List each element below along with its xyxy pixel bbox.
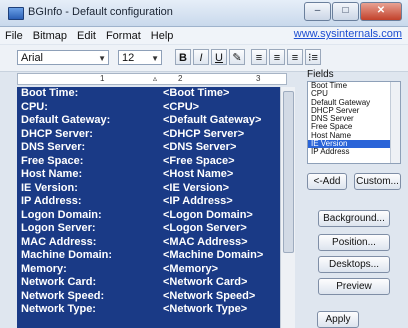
fields-list-item[interactable]: IP Address — [308, 148, 400, 157]
field-label: IP Address: — [21, 195, 82, 207]
ruler-mark: 1 — [100, 74, 105, 83]
format-toolbar: Arial ▼ 12 ▼ B I U ✎ ≡ ≡ ≡ ⁝≡ — [0, 45, 408, 72]
field-token: <CPU> — [163, 100, 200, 113]
field-token: <IE Version> — [163, 181, 230, 194]
tab-stop-marker[interactable]: ▵ — [153, 74, 157, 83]
field-token: <Host Name> — [163, 168, 234, 180]
fields-scrollbar[interactable] — [390, 82, 400, 163]
desktops-button[interactable]: Desktops... — [318, 256, 390, 273]
font-size-select[interactable]: 12 ▼ — [118, 50, 162, 65]
sysinternals-link[interactable]: www.sysinternals.com — [294, 28, 402, 40]
close-button[interactable]: ✕ — [360, 2, 402, 21]
field-label: Free Space: — [21, 154, 84, 167]
field-label: Machine Domain: — [21, 249, 113, 261]
field-label: Default Gateway: — [21, 114, 111, 126]
menu-edit[interactable]: Edit — [72, 30, 101, 42]
field-token: <Logon Server> — [163, 222, 247, 234]
background-button[interactable]: Background... — [318, 210, 390, 227]
font-size-value: 12 — [122, 52, 135, 64]
italic-button[interactable]: I — [193, 49, 209, 65]
field-token: <IP Address> — [163, 195, 233, 207]
field-token: <DHCP Server> — [163, 127, 245, 140]
ruler-mark: 2 — [178, 74, 183, 83]
menu-help[interactable]: Help — [146, 30, 179, 42]
window-title: BGInfo - Default configuration — [28, 6, 173, 18]
align-center-button[interactable]: ≡ — [269, 49, 285, 65]
field-token: <Network Speed> — [163, 289, 256, 302]
chevron-down-icon: ▼ — [151, 54, 159, 63]
field-label: Memory: — [21, 262, 67, 275]
field-label: CPU: — [21, 100, 48, 113]
field-label: IE Version: — [21, 181, 78, 194]
field-token: <Logon Domain> — [163, 208, 253, 221]
field-label: Network Speed: — [21, 289, 105, 302]
field-label: Network Card: — [21, 276, 97, 288]
field-token: <DNS Server> — [163, 141, 237, 153]
position-button[interactable]: Position... — [318, 234, 390, 251]
paint-icon: ✎ — [232, 52, 242, 64]
fields-list[interactable]: Boot Time CPU Default Gateway DHCP Serve… — [307, 81, 401, 164]
app-icon — [8, 7, 24, 20]
info-editor[interactable]: Boot Time: <Boot Time> CPU: <CPU> Default … — [17, 87, 280, 328]
add-field-button[interactable]: <-Add — [307, 173, 347, 190]
align-left-button[interactable]: ≡ — [251, 49, 267, 65]
minimize-button[interactable]: – — [304, 2, 331, 21]
field-label: Logon Server: — [21, 222, 96, 234]
scrollbar-thumb[interactable] — [283, 91, 294, 253]
field-token: <Network Type> — [163, 303, 248, 315]
ruler-mark: 3 — [256, 74, 261, 83]
field-label: Host Name: — [21, 168, 83, 180]
field-token: <Boot Time> — [163, 87, 230, 99]
field-label: MAC Address: — [21, 235, 97, 248]
underline-button[interactable]: U — [211, 49, 227, 65]
menu-format[interactable]: Format — [101, 30, 146, 42]
menu-bar: File Bitmap Edit Format Help www.sysinte… — [0, 27, 408, 44]
bullets-button[interactable]: ⁝≡ — [305, 49, 321, 65]
apply-button[interactable]: Apply — [317, 311, 359, 328]
field-label: DNS Server: — [21, 141, 86, 153]
ruler: 1 ▵ 2 3 — [17, 73, 287, 85]
field-label: Network Type: — [21, 303, 96, 315]
font-value: Arial — [21, 52, 44, 64]
menu-file[interactable]: File — [0, 30, 28, 42]
maximize-button[interactable]: □ — [332, 2, 359, 21]
field-token: <Free Space> — [163, 154, 235, 167]
window-controls: – □ ✕ — [303, 2, 402, 21]
field-token: <MAC Address> — [163, 235, 248, 248]
chevron-down-icon: ▼ — [98, 54, 106, 63]
font-select[interactable]: Arial ▼ — [17, 50, 109, 65]
field-token: <Memory> — [163, 262, 219, 275]
custom-button[interactable]: Custom... — [354, 173, 401, 190]
field-label: Logon Domain: — [21, 208, 102, 221]
field-label: Boot Time: — [21, 87, 79, 99]
field-token: <Machine Domain> — [163, 249, 264, 261]
color-button[interactable]: ✎ — [229, 49, 245, 65]
bold-button[interactable]: B — [175, 49, 191, 65]
title-bar: BGInfo - Default configuration – □ ✕ — [0, 0, 408, 27]
field-token: <Network Card> — [163, 276, 248, 288]
field-label: DHCP Server: — [21, 127, 93, 140]
align-right-button[interactable]: ≡ — [287, 49, 303, 65]
menu-bitmap[interactable]: Bitmap — [28, 30, 72, 42]
fields-label: Fields — [307, 69, 334, 80]
editor-scrollbar[interactable] — [280, 87, 295, 328]
preview-button[interactable]: Preview — [318, 278, 390, 295]
field-token: <Default Gateway> — [163, 114, 262, 126]
